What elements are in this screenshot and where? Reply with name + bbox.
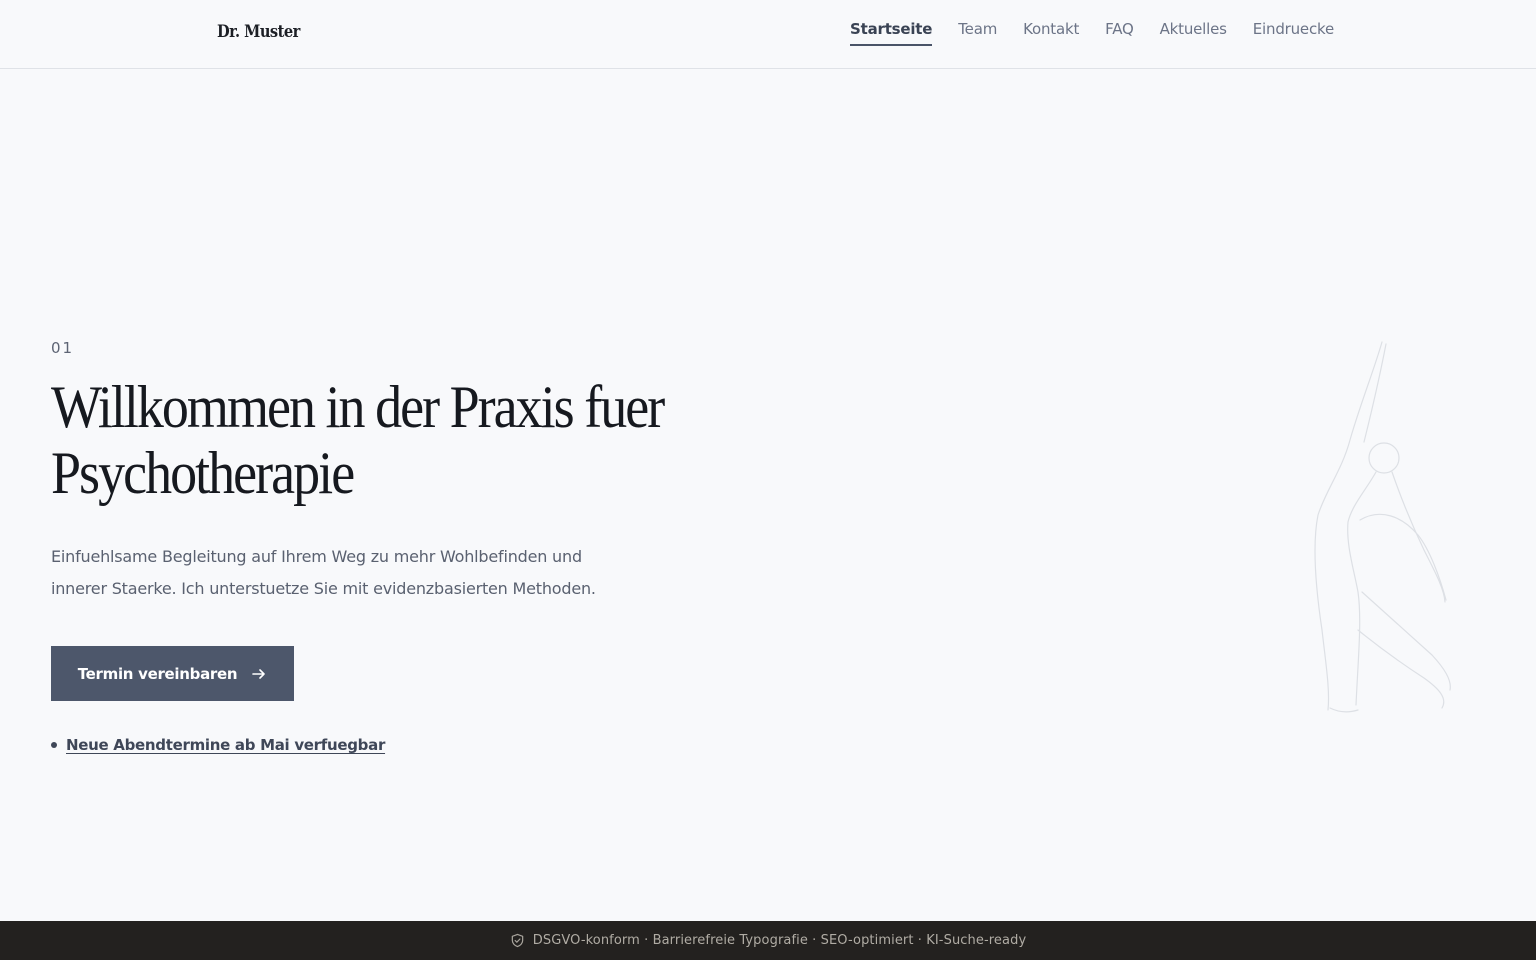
nav-item-aktuelles[interactable]: Aktuelles (1160, 20, 1227, 44)
nav-item-startseite[interactable]: Startseite (850, 20, 932, 46)
nav-item-team[interactable]: Team (958, 20, 997, 44)
bullet-dot-icon (51, 742, 57, 748)
page: Dr. Muster Startseite Team Kontakt FAQ A… (0, 0, 1536, 960)
site-header: Dr. Muster Startseite Team Kontakt FAQ A… (0, 0, 1536, 69)
hero-title-line-2: Psychotherapie (51, 440, 355, 506)
hero-title-line-1: Willkommen in der Praxis fuer (51, 374, 665, 440)
main-nav: Startseite Team Kontakt FAQ Aktuelles Ei… (850, 20, 1334, 50)
dancer-illustration (1300, 330, 1480, 730)
hero-description: Einfuehlsame Begleitung auf Ihrem Weg zu… (51, 547, 596, 598)
notice: Neue Abendtermine ab Mai verfuegbar (51, 736, 385, 754)
hero-title: Willkommen in der Praxis fuer Psychother… (51, 374, 681, 506)
nav-item-eindruecke[interactable]: Eindruecke (1253, 20, 1334, 44)
appointment-button[interactable]: Termin vereinbaren (51, 646, 294, 701)
nav-item-kontakt[interactable]: Kontakt (1023, 20, 1079, 44)
footer-bar: DSGVO-konform · Barrierefreie Typografie… (0, 921, 1536, 960)
footer-features-text: DSGVO-konform · Barrierefreie Typografie… (532, 933, 1027, 948)
section-index: 01 (51, 339, 75, 357)
appointment-button-label: Termin vereinbaren (77, 664, 238, 683)
nav-item-faq[interactable]: FAQ (1105, 20, 1134, 44)
logo[interactable]: Dr. Muster (217, 22, 300, 42)
arrow-right-icon (251, 666, 267, 682)
evening-appointments-link[interactable]: Neue Abendtermine ab Mai verfuegbar (66, 736, 385, 754)
shield-check-icon (510, 933, 525, 948)
